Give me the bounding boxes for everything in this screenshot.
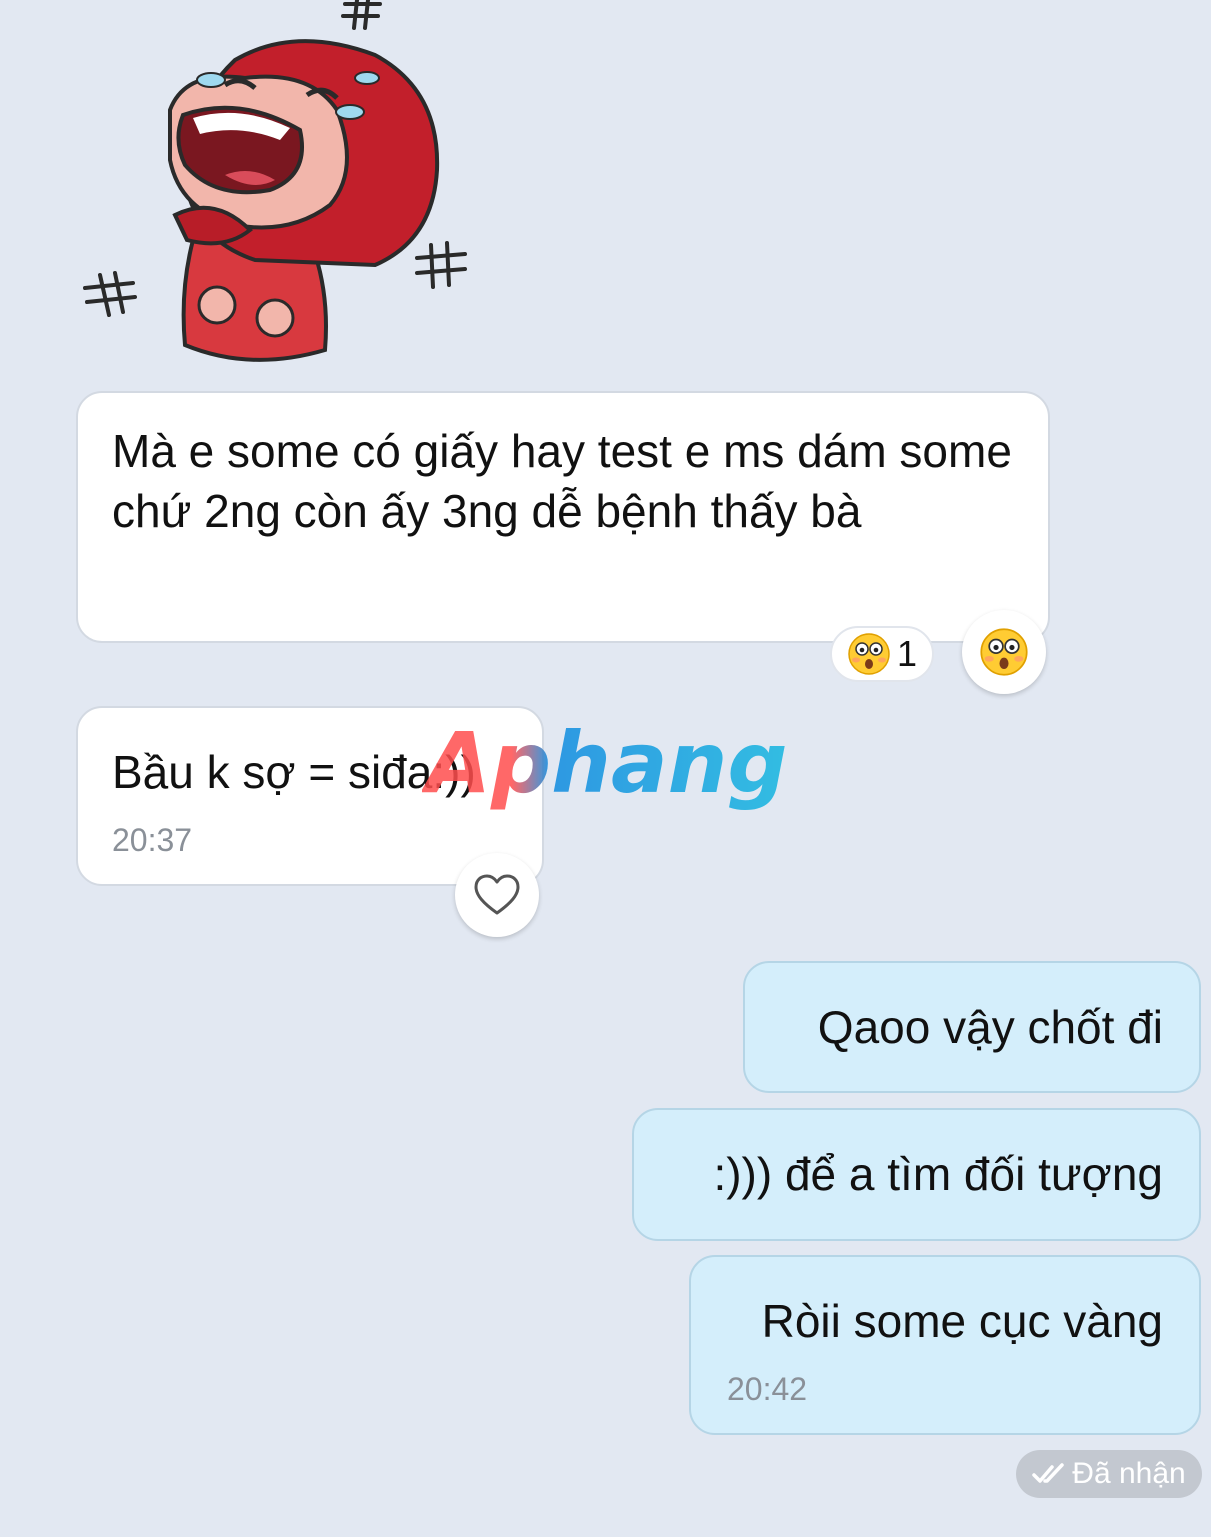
message-time: 20:42 (727, 1371, 808, 1407)
message-time: 20:37 (112, 822, 193, 858)
outgoing-message-bubble[interactable]: Ròii some cục vàng 20:42 (689, 1255, 1201, 1435)
status-label: Đã nhận (1072, 1457, 1186, 1490)
double-check-icon (1032, 1463, 1065, 1483)
outgoing-message-bubble[interactable]: :))) để a tìm đối tượng (632, 1108, 1201, 1241)
message-text: Mà e some có giấy hay test e ms dám some… (112, 425, 1012, 537)
heart-outline-icon (474, 874, 520, 915)
message-text: Qaoo vậy chốt đi (817, 1001, 1163, 1053)
react-button[interactable] (962, 610, 1046, 694)
reaction-count: 1 (896, 633, 918, 674)
laughing-girl-sticker[interactable] (75, 0, 475, 370)
message-text: Ròii some cục vàng (761, 1295, 1163, 1347)
like-button[interactable] (455, 853, 539, 937)
message-text: :))) để a tìm đối tượng (713, 1148, 1163, 1200)
incoming-message-bubble[interactable]: Mà e some có giấy hay test e ms dám some… (76, 391, 1050, 643)
surprised-face-icon (848, 633, 890, 675)
delivery-status: Đã nhận (1016, 1450, 1202, 1498)
watermark-text: Aphang (422, 716, 788, 812)
outgoing-message-bubble[interactable]: Qaoo vậy chốt đi (743, 961, 1201, 1093)
reaction-summary[interactable]: 1 (830, 626, 934, 682)
watermark-logo: Aphang (422, 716, 788, 812)
surprised-face-icon (980, 628, 1028, 676)
